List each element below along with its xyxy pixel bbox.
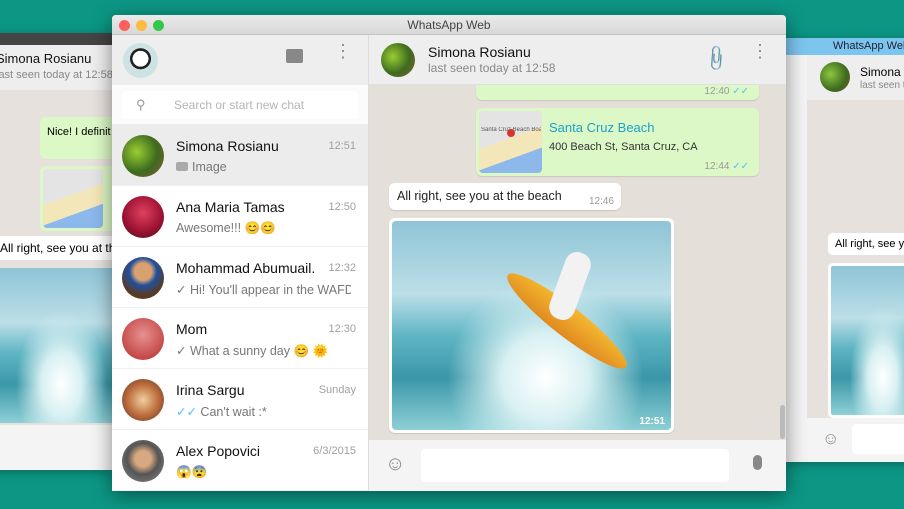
image-message[interactable]: 12:51: [389, 218, 674, 433]
read-tick-icon: ✓✓: [732, 161, 749, 172]
chat-item[interactable]: Mohammad Abumuail... 12:32 ✓ Hi! You'll …: [112, 247, 368, 308]
close-button[interactable]: [119, 20, 130, 31]
location-bubble[interactable]: Santa Cruz Beach Boardwalk Santa Cruz Be…: [476, 108, 759, 176]
chat-item[interactable]: Simona Rosianu 12:51 Image: [112, 125, 368, 186]
avatar: [122, 257, 164, 299]
contact-name: Simona: [860, 65, 901, 79]
message-bubble: All right, see you at the beach 12:46: [389, 183, 621, 210]
location-bubble: [40, 166, 112, 231]
location-title[interactable]: Santa Cruz Beach: [549, 120, 655, 135]
background-window-left: Simona Rosianu last seen today at 12:58 …: [0, 33, 112, 470]
new-chat-icon[interactable]: [286, 49, 303, 63]
title-bar: WhatsApp Web: [112, 15, 786, 35]
search-bar: ⚲ Search or start new chat: [112, 85, 368, 125]
map-pin-icon: [507, 129, 515, 137]
last-seen: last seen t: [860, 80, 904, 91]
avatar: [122, 440, 164, 482]
avatar: [122, 379, 164, 421]
emoji-icon[interactable]: ☺: [385, 453, 405, 476]
avatar: [820, 62, 850, 92]
chat-header[interactable]: Simona Rosianu last seen today at 12:58 …: [369, 35, 786, 85]
chat-list: Simona Rosianu 12:51 Image Ana Maria Tam…: [112, 125, 368, 491]
avatar: [122, 135, 164, 177]
location-address: 400 Beach St, Santa Cruz, CA: [549, 141, 698, 153]
zoom-button[interactable]: [153, 20, 164, 31]
chat-item[interactable]: Mom 12:30 ✓ What a sunny day 😊 🌞: [112, 308, 368, 369]
menu-icon[interactable]: ⋮: [334, 42, 352, 60]
message-bubble: All right, see yo: [828, 233, 904, 255]
sent-tick-icon: ✓: [176, 344, 190, 358]
emoji-icon[interactable]: ☺: [822, 429, 839, 449]
search-input[interactable]: ⚲ Search or start new chat: [122, 91, 358, 119]
sent-tick-icon: ✓: [176, 283, 190, 297]
image-message: [0, 268, 112, 423]
chat-item[interactable]: Ana Maria Tamas 12:50 Awesome!!! 😊😊: [112, 186, 368, 247]
scrollbar[interactable]: [780, 405, 785, 439]
main-window: WhatsApp Web ⋮ ⚲ Search or start new cha…: [112, 15, 786, 491]
contact-name: Simona Rosianu: [428, 44, 531, 60]
message-bubble: All right, see you at the beach: [0, 236, 112, 260]
compose-bar: ☺: [369, 440, 786, 491]
attach-icon[interactable]: 📎: [701, 43, 732, 74]
read-tick-icon: ✓✓: [176, 405, 201, 419]
last-seen: last seen today at 12:58: [0, 69, 112, 81]
map-thumbnail[interactable]: Santa Cruz Beach Boardwalk: [479, 111, 542, 173]
chat-item[interactable]: Alex Popovici 6/3/2015 😱😨: [112, 430, 368, 491]
window-title: WhatsApp Web: [407, 18, 491, 32]
chat-panel: Simona Rosianu last seen today at 12:58 …: [369, 35, 786, 491]
chat-item[interactable]: Irina Sargu Sunday ✓✓ Can't wait :*: [112, 369, 368, 430]
profile-avatar[interactable]: [123, 43, 158, 78]
minimize-button[interactable]: [136, 20, 147, 31]
image-message: [828, 263, 904, 418]
contact-name: Simona Rosianu: [0, 51, 92, 66]
last-seen: last seen today at 12:58: [428, 61, 556, 75]
message-input[interactable]: [421, 449, 729, 482]
contact-avatar[interactable]: [381, 43, 415, 77]
camera-icon: [176, 162, 188, 171]
avatar: [122, 196, 164, 238]
menu-icon[interactable]: ⋮: [751, 42, 769, 60]
sidebar: ⋮ ⚲ Search or start new chat Simona Rosi…: [112, 35, 369, 491]
search-icon: ⚲: [136, 97, 146, 112]
microphone-icon[interactable]: [753, 455, 762, 470]
message-bubble: Nice! I definit: [40, 117, 112, 159]
background-window-right: WhatsApp Web Simona last seen t All righ…: [786, 38, 904, 462]
avatar: [122, 318, 164, 360]
window-title: WhatsApp Web: [786, 38, 904, 55]
read-tick-icon: ✓✓: [732, 86, 749, 97]
message-bubble: 12:40 ✓✓: [476, 85, 759, 100]
sidebar-header: ⋮: [112, 35, 368, 85]
photo[interactable]: 12:51: [392, 221, 671, 430]
